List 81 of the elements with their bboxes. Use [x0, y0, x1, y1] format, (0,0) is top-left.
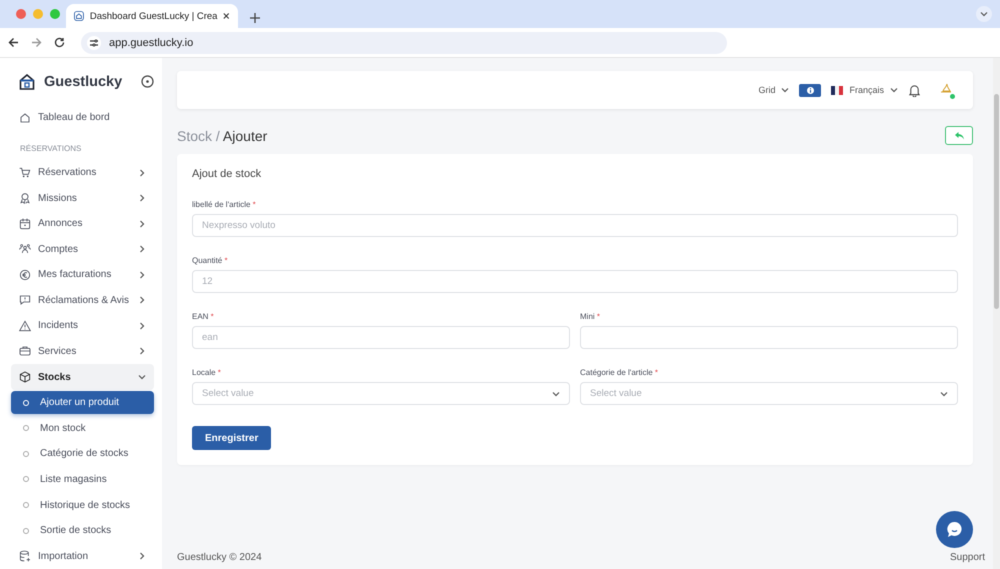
sidebar-subitem[interactable]: Ajouter un produit	[11, 390, 154, 414]
chevron-right-icon	[138, 552, 146, 560]
chevron-right-icon	[138, 220, 146, 228]
info-button[interactable]	[799, 84, 822, 96]
calendar-icon	[19, 218, 31, 230]
copyright-text: Guestlucky © 2024	[177, 552, 262, 563]
chevron-right-icon	[138, 270, 146, 279]
chevron-right-icon	[138, 245, 146, 254]
sidebar-item[interactable]: Importation	[11, 543, 154, 569]
site-settings-icon[interactable]	[89, 38, 99, 48]
address-bar[interactable]: app.guestlucky.io	[81, 32, 727, 54]
support-link[interactable]: Support	[950, 552, 985, 563]
sidebar-subitem[interactable]: Liste magasins	[11, 468, 154, 492]
field-label: Locale *	[192, 368, 222, 377]
sidebar-item[interactable]: Stocks	[11, 364, 154, 390]
text-field[interactable]	[580, 326, 958, 349]
sidebar-subitem[interactable]: Sortie de stocks	[11, 518, 154, 542]
flag-icon	[831, 86, 844, 94]
chevron-down-icon	[940, 390, 948, 398]
close-icon[interactable]	[223, 12, 230, 20]
close-window-button[interactable]	[16, 9, 26, 19]
forward-icon[interactable]	[31, 37, 42, 48]
house-logo-icon	[19, 74, 35, 90]
chevron-right-icon	[138, 194, 146, 202]
form-title: Ajout de stock	[192, 168, 262, 180]
database-icon	[19, 550, 31, 562]
back-icon[interactable]	[8, 37, 19, 48]
field-label: EAN *	[192, 312, 215, 321]
section-heading: RÉSERVATIONS	[19, 142, 82, 155]
sidebar-item[interactable]: Réservations	[11, 160, 154, 186]
sidebar-subitem[interactable]: Historique de stocks	[11, 493, 154, 517]
chevron-right-icon	[138, 322, 146, 330]
award-icon	[19, 192, 31, 204]
home-icon	[19, 112, 31, 124]
sidebar-subitem[interactable]: Catégorie de stocks	[11, 442, 154, 466]
chevron-down-icon	[552, 390, 560, 398]
sidebar-item[interactable]: Tableau de bord	[11, 105, 154, 131]
layout-dropdown[interactable]: Grid	[758, 85, 790, 95]
field-label: Mini *	[580, 312, 602, 321]
field-label: Catégorie de l'article *	[580, 368, 660, 377]
chevron-down-icon	[890, 86, 898, 94]
sidebar-item[interactable]: Incidents	[11, 313, 154, 339]
chevron-right-icon	[138, 347, 146, 356]
chat-bubble-icon	[946, 521, 963, 538]
reload-icon[interactable]	[54, 37, 65, 48]
scrollbar[interactable]	[993, 58, 1000, 569]
sidebar-item[interactable]: Mes facturations	[11, 262, 154, 288]
sidebar-item[interactable]: Réclamations & Avis	[11, 288, 154, 314]
warning-icon	[19, 320, 31, 332]
tab-menu-button[interactable]	[976, 6, 992, 22]
breadcrumb: Stock / Ajouter	[177, 128, 268, 144]
sidebar-item[interactable]: Annonces	[11, 210, 154, 236]
brand-name: Guestlucky	[44, 74, 124, 90]
language-dropdown[interactable]: Français	[831, 85, 898, 95]
field-label: Quantité *	[192, 256, 229, 265]
chat-button[interactable]	[936, 511, 973, 548]
chevron-right-icon	[138, 168, 146, 177]
collapse-toggle-icon[interactable]	[141, 75, 154, 88]
briefcase-icon	[19, 345, 31, 358]
euro-icon	[19, 268, 31, 281]
box-icon	[19, 371, 31, 384]
house-icon	[74, 10, 84, 22]
notification-bell-icon[interactable]	[908, 84, 921, 96]
users-icon	[19, 243, 31, 256]
chevron-right-icon	[138, 296, 146, 304]
browser-tab[interactable]: Dashboard GuestLucky | Crea	[66, 4, 238, 28]
chevron-down-icon	[781, 86, 790, 94]
field-label: libellé de l'article *	[192, 200, 257, 209]
save-button[interactable]: Enregistrer	[192, 426, 272, 450]
online-status-dot	[949, 93, 956, 100]
sidebar-item[interactable]: Services	[11, 338, 154, 364]
chevron-down-icon	[980, 10, 988, 18]
chevron-down-icon	[138, 373, 146, 382]
chat-icon	[19, 294, 31, 306]
reply-arrow-icon	[954, 132, 964, 140]
info-icon	[806, 86, 814, 94]
sidebar-subitem[interactable]: Mon stock	[11, 416, 154, 440]
cart-icon	[19, 166, 31, 179]
sidebar-item[interactable]: Comptes	[11, 236, 154, 262]
sidebar-item[interactable]: Missions	[11, 185, 154, 211]
new-tab-icon[interactable]	[250, 13, 260, 23]
